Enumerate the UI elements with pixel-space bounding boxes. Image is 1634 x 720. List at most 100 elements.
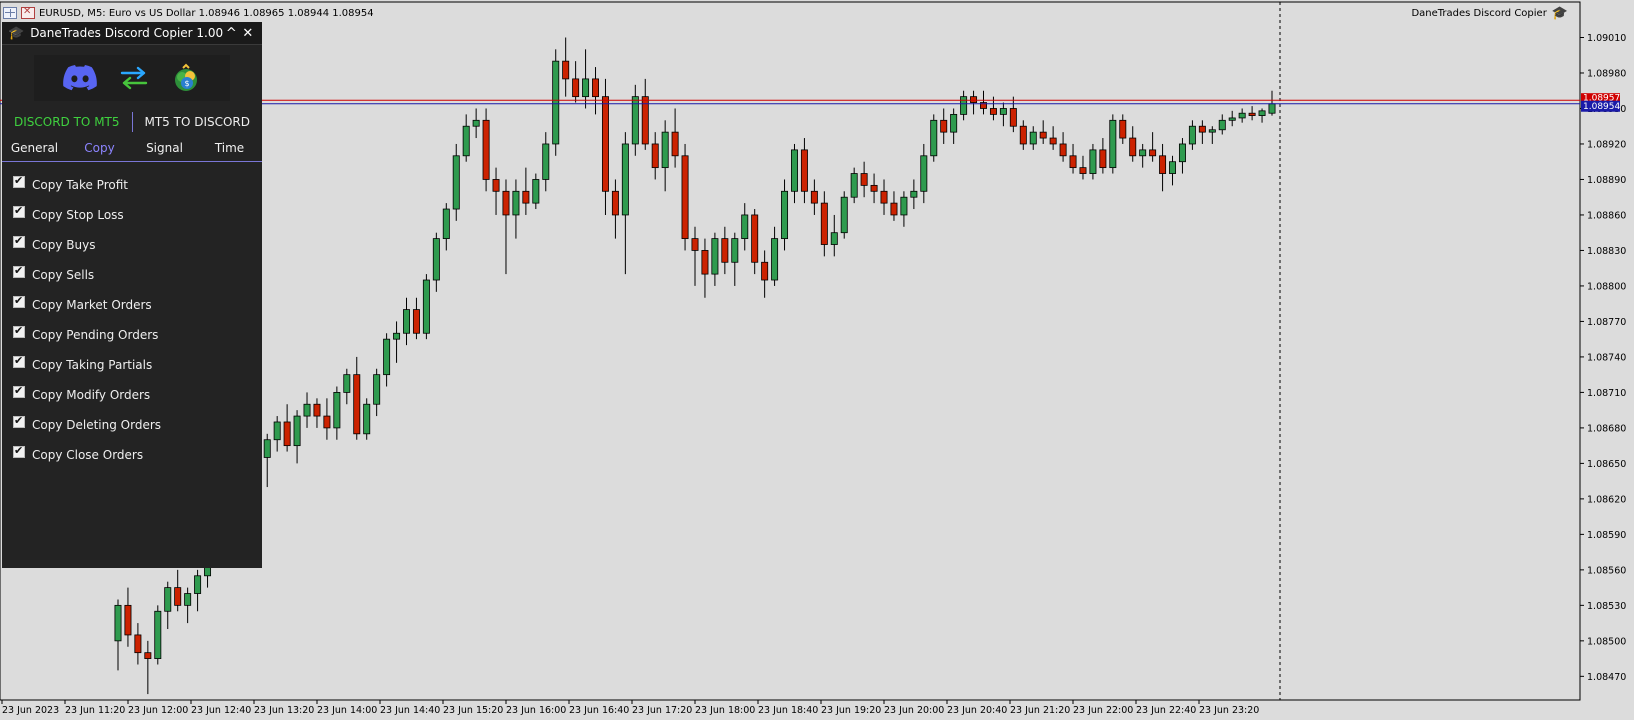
option-copy-take-profit[interactable]: Copy Take Profit	[2, 170, 262, 200]
option-copy-buys[interactable]: Copy Buys	[2, 230, 262, 260]
mode-discord-to-mt5[interactable]: DISCORD TO MT5	[2, 115, 132, 129]
candle-bullish	[263, 439, 271, 458]
candle-bearish	[124, 604, 132, 636]
candle-bearish	[1059, 143, 1067, 157]
option-label: Copy Pending Orders	[32, 328, 159, 342]
candle-bullish	[999, 108, 1007, 115]
tab-general[interactable]: General	[2, 141, 67, 155]
copy-options-list: Copy Take Profit Copy Stop Loss Copy Buy…	[2, 162, 262, 470]
candle-bullish	[422, 279, 430, 334]
checkbox-checked[interactable]	[13, 324, 25, 338]
tab-signal[interactable]: Signal	[132, 141, 197, 155]
candle-bearish	[313, 403, 321, 417]
x-tick-label: 23 Jun 20:00	[884, 705, 944, 716]
minimize-button[interactable]: ^	[223, 26, 239, 41]
x-tick-label: 23 Jun 16:40	[569, 705, 629, 716]
x-tick-label: 23 Jun 19:20	[821, 705, 881, 716]
checkbox-checked[interactable]	[13, 444, 25, 458]
option-copy-market-orders[interactable]: Copy Market Orders	[2, 290, 262, 320]
mode-mt5-to-discord[interactable]: MT5 TO DISCORD	[133, 115, 263, 129]
checkbox-checked[interactable]	[13, 234, 25, 248]
panel-header[interactable]: 🎓 DaneTrades Discord Copier 1.00 ^ ✕	[2, 22, 262, 45]
x-tick-label: 23 Jun 20:40	[947, 705, 1007, 716]
x-tick-label: 23 Jun 12:40	[191, 705, 251, 716]
swap-arrows-icon	[120, 66, 148, 90]
checkbox-checked[interactable]	[13, 204, 25, 218]
option-copy-close-orders[interactable]: Copy Close Orders	[2, 440, 262, 470]
candle-bearish	[1149, 149, 1157, 157]
x-tick-label: 23 Jun 23:20	[1199, 705, 1259, 716]
checkbox-checked[interactable]	[13, 264, 25, 278]
expert-advisor-name: DaneTrades Discord Copier	[1411, 7, 1547, 19]
candle-bullish	[850, 173, 858, 198]
candle-bullish	[1169, 161, 1177, 174]
expert-advisor-label[interactable]: DaneTrades Discord Copier 🎓	[1411, 5, 1568, 21]
chart-menu-icon[interactable]	[3, 7, 17, 19]
candle-bullish	[731, 238, 739, 263]
candle-bearish	[1079, 167, 1087, 174]
checkbox-checked[interactable]	[13, 384, 25, 398]
candle-bullish	[960, 96, 968, 115]
candle-bullish	[184, 593, 192, 606]
candle-bullish	[303, 403, 311, 417]
candle-bullish	[920, 155, 928, 192]
checkbox-checked[interactable]	[13, 414, 25, 428]
option-copy-deleting-orders[interactable]: Copy Deleting Orders	[2, 410, 262, 440]
bid-price-label: 1.08954	[1583, 102, 1620, 112]
candle-bullish	[114, 604, 122, 642]
candle-bearish	[522, 190, 530, 204]
checkbox-checked[interactable]	[13, 354, 25, 368]
candle-bearish	[1198, 125, 1206, 133]
y-tick-label: 1.08470	[1587, 672, 1626, 683]
candle-bearish	[1248, 112, 1256, 116]
chart-symbol-info: EURUSD, M5: Euro vs US Dollar 1.08946 1.…	[39, 7, 374, 19]
candle-bearish	[1129, 137, 1137, 157]
candle-bullish	[771, 238, 779, 281]
option-copy-sells[interactable]: Copy Sells	[2, 260, 262, 290]
candle-bearish	[1049, 137, 1057, 145]
option-copy-stop-loss[interactable]: Copy Stop Loss	[2, 200, 262, 230]
x-tick-label: 23 Jun 14:00	[317, 705, 377, 716]
candle-bullish	[1258, 110, 1266, 116]
x-tick-label: 23 Jun 14:40	[380, 705, 440, 716]
candle-bearish	[592, 78, 600, 98]
candle-bullish	[1268, 103, 1276, 114]
candle-bullish	[363, 403, 371, 435]
y-tick-label: 1.08680	[1587, 423, 1626, 434]
candle-bearish	[353, 374, 361, 435]
option-label: Copy Sells	[32, 268, 95, 282]
candle-bullish	[452, 155, 460, 210]
y-tick-label: 1.08770	[1587, 317, 1626, 328]
candle-bullish	[403, 309, 410, 334]
candle-bearish	[323, 415, 331, 429]
x-tick-label: 23 Jun 22:40	[1136, 705, 1196, 716]
candle-bullish	[910, 190, 918, 198]
candle-bullish	[273, 421, 281, 441]
candle-bullish	[343, 374, 351, 393]
x-tick-label: 23 Jun 21:20	[1010, 705, 1070, 716]
candle-bearish	[144, 652, 152, 659]
candle-bullish	[1029, 131, 1037, 145]
chart-close-icon[interactable]	[21, 6, 35, 19]
candle-bullish	[1089, 149, 1097, 174]
y-tick-label: 1.08890	[1587, 175, 1626, 186]
option-copy-modify-orders[interactable]: Copy Modify Orders	[2, 380, 262, 410]
option-copy-taking-partials[interactable]: Copy Taking Partials	[2, 350, 262, 380]
checkbox-checked[interactable]	[13, 174, 25, 188]
y-tick-label: 1.08650	[1587, 459, 1626, 470]
tab-time[interactable]: Time	[197, 141, 262, 155]
candle-bullish	[472, 119, 480, 127]
close-button[interactable]: ✕	[240, 26, 256, 41]
checkbox-checked[interactable]	[13, 294, 25, 308]
candle-bullish	[900, 196, 908, 216]
candle-bullish	[373, 374, 381, 405]
option-copy-pending-orders[interactable]: Copy Pending Orders	[2, 320, 262, 350]
candle-bearish	[1039, 131, 1047, 139]
graduation-cap-icon: 🎓	[8, 25, 25, 41]
option-label: Copy Market Orders	[32, 298, 152, 312]
option-label: Copy Close Orders	[32, 448, 144, 462]
candle-bullish	[840, 196, 848, 234]
candle-bullish	[1218, 119, 1226, 131]
tab-copy[interactable]: Copy	[67, 141, 132, 155]
chart-title-bar: EURUSD, M5: Euro vs US Dollar 1.08946 1.…	[3, 5, 374, 21]
